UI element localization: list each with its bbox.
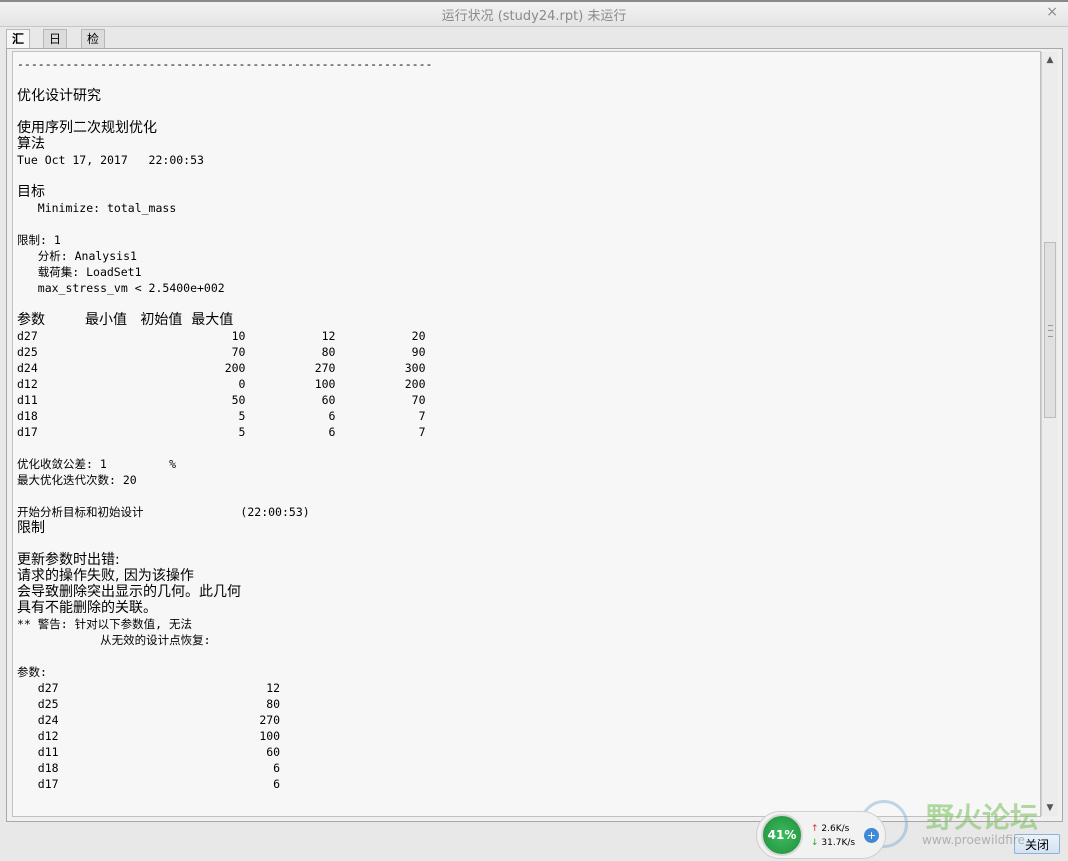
report-line: 最大优化迭代次数: 20	[17, 473, 137, 487]
plus-icon[interactable]: +	[864, 828, 879, 843]
watermark-url: www.proewildfire	[922, 833, 1025, 847]
report-line: Tue Oct 17, 2017 22:00:53	[17, 153, 204, 167]
report-line: d27 12	[17, 681, 281, 695]
report-line	[17, 296, 432, 312]
report-line: d27 10 12 20	[17, 329, 426, 343]
report-line: 具有不能删除的关联。	[17, 600, 157, 616]
report-line: 从无效的设计点恢复:	[17, 633, 211, 647]
watermark-logo: 野火论坛 www.proewildfire	[860, 796, 1060, 856]
report-line	[17, 648, 432, 664]
report-line	[17, 216, 432, 232]
report-line	[17, 72, 432, 88]
report-line	[17, 488, 432, 504]
network-meter-widget[interactable]: 41% ↑ 2.6K/s ↓ 31.7K/s +	[756, 811, 886, 859]
scroll-thumb[interactable]	[1044, 242, 1056, 418]
report-line: 分析: Analysis1	[17, 249, 137, 263]
report-line: d11 50 60 70	[17, 393, 426, 407]
report-line: d24 270	[17, 713, 281, 727]
upload-arrow-icon: ↑	[811, 824, 819, 834]
vertical-scrollbar[interactable]: ▲ ▼	[1041, 52, 1058, 816]
upload-row: ↑ 2.6K/s	[811, 822, 855, 836]
report-line: ----------------------------------------…	[17, 57, 433, 71]
report-line: d25 80	[17, 697, 281, 711]
report-line	[17, 536, 432, 552]
report-line: 限制: 1	[17, 233, 61, 247]
grip-icon	[1048, 325, 1053, 337]
report-line: d17 6	[17, 777, 281, 791]
report-line: 开始分析目标和初始设计 (22:00:53)	[17, 505, 310, 519]
report-lines: ----------------------------------------…	[17, 56, 432, 792]
report-line: d24 200 270 300	[17, 361, 426, 375]
report-line: 限制	[17, 520, 45, 536]
report-line: 更新参数时出错:	[17, 552, 120, 568]
window-title: 运行状况 (study24.rpt) 未运行	[441, 9, 627, 24]
report-line: Minimize: total_mass	[17, 201, 177, 215]
report-line: 请求的操作失败, 因为该操作	[17, 568, 194, 584]
report-line: d18 5 6 7	[17, 409, 426, 423]
report-line: ** 警告: 针对以下参数值, 无法	[17, 617, 192, 631]
report-line	[17, 168, 432, 184]
report-line: 优化设计研究	[17, 88, 101, 104]
upload-speed: 2.6K/s	[821, 824, 850, 834]
watermark-text: 野火论坛	[926, 801, 1039, 834]
report-line: max_stress_vm < 2.5400e+002	[17, 281, 225, 295]
tab-checkpoint[interactable]: 检查点	[81, 29, 106, 84]
report-line: d18 6	[17, 761, 281, 775]
report-line: 载荷集: LoadSet1	[17, 265, 142, 279]
close-icon[interactable]: ×	[1046, 4, 1058, 20]
tab-summary[interactable]: 汇总	[6, 29, 31, 65]
report-line: 算法	[17, 136, 45, 152]
cpu-percent-badge: 41%	[761, 814, 803, 856]
report-line: d11 60	[17, 745, 281, 759]
report-line: 参数:	[17, 665, 47, 679]
tab-log[interactable]: 日志	[43, 29, 68, 65]
report-line	[17, 104, 432, 120]
report-line: d17 5 6 7	[17, 425, 426, 439]
download-arrow-icon: ↓	[811, 838, 819, 848]
report-line: 优化收敛公差: 1 %	[17, 457, 177, 471]
report-line: 目标	[17, 184, 45, 200]
title-bar-edge	[0, 0, 1068, 2]
scroll-up-icon[interactable]: ▲	[1042, 52, 1058, 68]
report-line: 使用序列二次规划优化	[17, 120, 157, 136]
download-speed: 31.7K/s	[821, 838, 856, 848]
title-bar: 运行状况 (study24.rpt) 未运行 ×	[0, 0, 1068, 27]
report-line: 会导致删除突出显示的几何。此几何	[17, 584, 241, 600]
report-line: d12 0 100 200	[17, 377, 426, 391]
report-line: d12 100	[17, 729, 281, 743]
report-line: 参数 最小值 初始值 最大值	[17, 312, 234, 328]
report-line: d25 70 80 90	[17, 345, 426, 359]
report-text-area[interactable]: ----------------------------------------…	[12, 51, 1041, 817]
report-line	[17, 440, 432, 456]
download-row: ↓ 31.7K/s	[811, 836, 855, 850]
speed-readout: ↑ 2.6K/s ↓ 31.7K/s	[811, 822, 855, 850]
summary-panel: ----------------------------------------…	[6, 48, 1063, 822]
